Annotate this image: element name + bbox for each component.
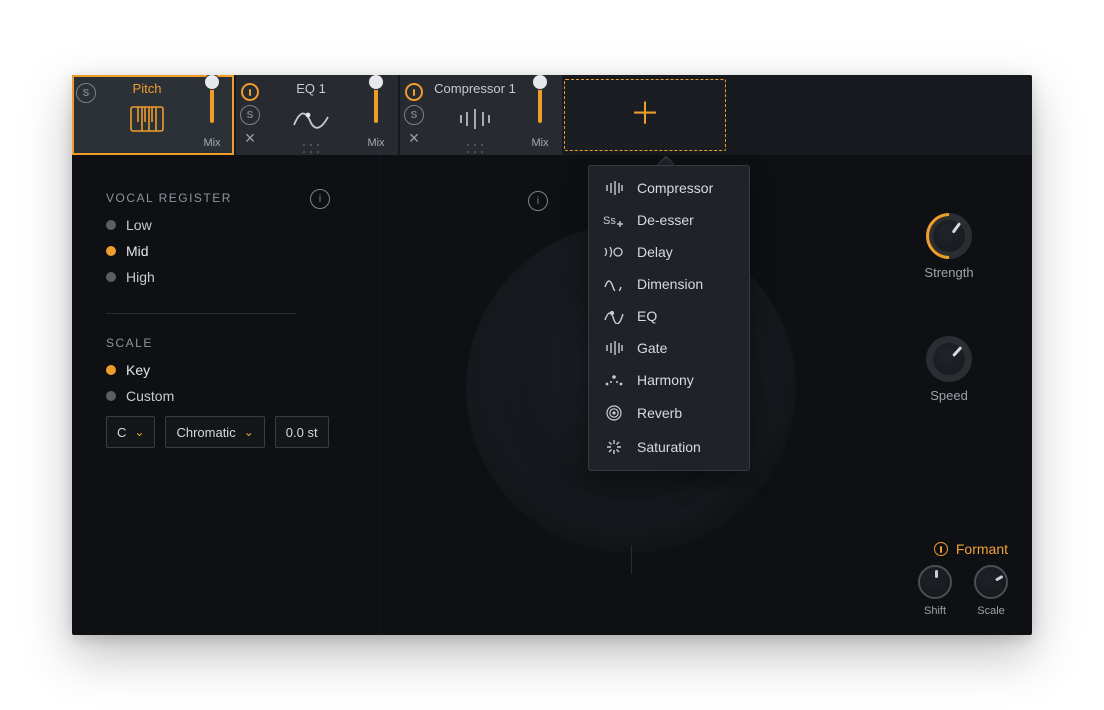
radio-key[interactable]: Key bbox=[106, 362, 353, 378]
compressor-icon bbox=[603, 180, 625, 196]
gate-icon bbox=[603, 340, 625, 356]
menu-item-saturation[interactable]: Saturation bbox=[589, 430, 749, 464]
solo-button[interactable]: S bbox=[76, 83, 96, 103]
mix-slider[interactable] bbox=[538, 81, 542, 123]
power-button[interactable] bbox=[241, 83, 259, 101]
mix-slider[interactable] bbox=[210, 81, 214, 123]
menu-item-delay[interactable]: Delay bbox=[589, 236, 749, 268]
shift-knob[interactable] bbox=[918, 565, 952, 599]
svg-text:Ss: Ss bbox=[603, 215, 616, 227]
de-esser-icon: Ss bbox=[603, 213, 625, 227]
menu-item-de-esser[interactable]: Ss De-esser bbox=[589, 204, 749, 236]
module-pitch[interactable]: S Pitch Mix bbox=[72, 75, 234, 155]
radio-low[interactable]: Low bbox=[106, 217, 353, 233]
compressor-icon bbox=[455, 100, 495, 138]
left-panel: i VOCAL REGISTER Low Mid High SCALE Key … bbox=[72, 155, 380, 635]
offset-field[interactable]: 0.0 st bbox=[275, 416, 329, 448]
module-eq1[interactable]: S × EQ 1 Mix bbox=[236, 75, 398, 155]
menu-item-compressor[interactable]: Compressor bbox=[589, 172, 749, 204]
module-title: EQ 1 bbox=[296, 81, 326, 96]
strength-knob[interactable] bbox=[926, 213, 972, 259]
power-button[interactable] bbox=[934, 542, 948, 556]
module-title: Pitch bbox=[133, 81, 162, 96]
harmony-icon bbox=[603, 373, 625, 387]
solo-button[interactable]: S bbox=[404, 105, 424, 125]
delay-icon bbox=[603, 245, 625, 259]
module-strip: S Pitch Mix bbox=[72, 75, 1032, 155]
body: i VOCAL REGISTER Low Mid High SCALE Key … bbox=[72, 155, 1032, 635]
power-button[interactable] bbox=[405, 83, 423, 101]
close-icon[interactable]: × bbox=[409, 129, 420, 147]
dimension-icon bbox=[603, 277, 625, 291]
menu-item-eq[interactable]: EQ bbox=[589, 300, 749, 332]
mix-slider[interactable] bbox=[374, 81, 378, 123]
add-module-button[interactable]: ＋ bbox=[564, 79, 726, 151]
eq-icon bbox=[603, 308, 625, 324]
divider bbox=[106, 313, 296, 314]
formant-header[interactable]: Formant bbox=[934, 541, 1008, 557]
solo-button[interactable]: S bbox=[240, 105, 260, 125]
scale-dropdown[interactable]: Chromatic⌄ bbox=[165, 416, 264, 448]
module-compressor1[interactable]: S × Compressor 1 Mix bbox=[400, 75, 562, 155]
scale-title: SCALE bbox=[106, 336, 353, 350]
drag-handle-icon[interactable] bbox=[302, 142, 320, 154]
radio-high[interactable]: High bbox=[106, 269, 353, 285]
strength-label: Strength bbox=[924, 265, 973, 280]
saturation-icon bbox=[603, 438, 625, 456]
chevron-down-icon: ⌄ bbox=[134, 425, 144, 439]
menu-item-reverb[interactable]: Reverb bbox=[589, 396, 749, 430]
close-icon[interactable]: × bbox=[245, 129, 256, 147]
module-title: Compressor 1 bbox=[434, 81, 516, 96]
root-dropdown[interactable]: C⌄ bbox=[106, 416, 155, 448]
mix-label: Mix bbox=[203, 137, 220, 149]
app-window: S Pitch Mix bbox=[72, 75, 1032, 635]
radio-mid[interactable]: Mid bbox=[106, 243, 353, 259]
add-module-menu: Compressor Ss De-esser Delay Dimension E… bbox=[588, 165, 750, 471]
reverb-icon bbox=[603, 404, 625, 422]
eq-icon bbox=[290, 100, 332, 138]
menu-item-harmony[interactable]: Harmony bbox=[589, 364, 749, 396]
pitch-icon bbox=[130, 100, 164, 138]
mix-label: Mix bbox=[531, 137, 548, 149]
mix-label: Mix bbox=[367, 137, 384, 149]
dial-tick bbox=[631, 545, 632, 573]
shift-label: Shift bbox=[918, 605, 952, 617]
chevron-down-icon: ⌄ bbox=[244, 425, 254, 439]
speed-label: Speed bbox=[926, 388, 972, 403]
right-panel: Strength Speed Formant Shift bbox=[882, 155, 1032, 635]
radio-custom[interactable]: Custom bbox=[106, 388, 353, 404]
drag-handle-icon[interactable] bbox=[466, 142, 484, 154]
speed-knob[interactable] bbox=[926, 336, 972, 382]
menu-item-dimension[interactable]: Dimension bbox=[589, 268, 749, 300]
menu-item-gate[interactable]: Gate bbox=[589, 332, 749, 364]
info-icon[interactable]: i bbox=[310, 189, 330, 209]
plus-icon: ＋ bbox=[630, 100, 660, 130]
scale-label: Scale bbox=[974, 605, 1008, 617]
info-icon[interactable]: i bbox=[528, 191, 548, 211]
scale-knob[interactable] bbox=[974, 565, 1008, 599]
